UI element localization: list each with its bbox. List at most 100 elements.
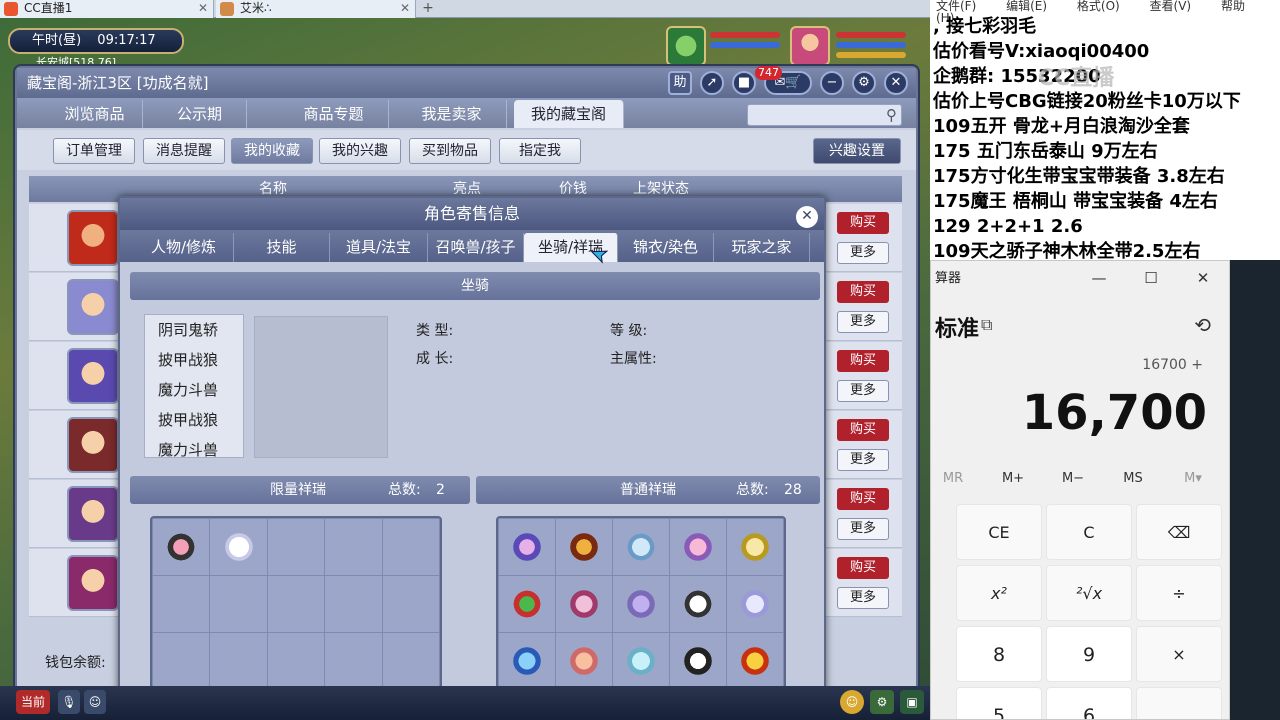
memory-subtract-button[interactable]: M− [1043,471,1103,486]
grid-slot[interactable] [613,576,669,632]
square-button[interactable]: x² [956,565,1042,621]
search-input[interactable]: ⚲ [747,104,902,126]
tab-browse[interactable]: 浏览商品 [47,100,143,128]
purchased-button[interactable]: 买到物品 [409,138,491,164]
buy-button[interactable]: 购买 [837,350,889,372]
grid-slot[interactable] [556,519,612,575]
clear-entry-button[interactable]: CE [956,504,1042,560]
close-tab-icon[interactable]: ✕ [198,0,208,17]
grid-slot[interactable] [325,519,382,575]
tv-icon[interactable]: ▣ [900,690,924,714]
more-button[interactable]: 更多 [837,518,889,540]
tab-publicity[interactable]: 公示期 [153,100,247,128]
grid-slot[interactable] [267,519,325,575]
grid-slot[interactable] [153,519,210,575]
grid-slot[interactable] [267,633,325,689]
interest-settings-button[interactable]: 兴趣设置 [813,138,901,164]
backspace-icon[interactable]: ⌫ [1136,504,1222,560]
assigned-to-me-button[interactable]: 指定我 [499,138,581,164]
pet-avatar[interactable] [666,26,706,66]
browser-tab-aimi[interactable]: 艾米∴ ✕ [216,0,416,18]
tab-character[interactable]: 人物/修炼 [134,233,234,262]
close-icon[interactable]: ✕ [1177,261,1229,297]
help-button[interactable]: 助 [668,71,692,95]
grid-slot[interactable] [325,633,382,689]
dialog-close-icon[interactable]: ✕ [796,206,818,228]
search-icon[interactable]: ⚲ [886,106,897,124]
tab-items[interactable]: 道具/法宝 [330,233,428,262]
grid-slot[interactable] [556,576,612,632]
digit-8-button[interactable]: 8 [956,626,1042,682]
grid-slot[interactable] [210,633,267,689]
subtract-button[interactable] [1136,687,1222,719]
grid-slot[interactable] [382,633,439,689]
text-line[interactable]: 175 五门东岳泰山 9万左右 [930,139,1280,164]
grid-slot[interactable] [613,519,669,575]
grid-slot[interactable] [267,576,325,632]
grid-slot[interactable] [727,519,783,575]
emoji-icon[interactable]: ☺ [84,690,106,714]
tab-seller[interactable]: 我是卖家 [397,100,507,128]
buy-button[interactable]: 购买 [837,281,889,303]
grid-slot[interactable] [499,633,555,689]
more-button[interactable]: 更多 [837,449,889,471]
grid-slot[interactable] [382,576,439,632]
tab-my-cbg[interactable]: 我的藏宝阁 [514,100,624,128]
mount-list[interactable]: 阴司鬼轿 披甲战狼 魔力斗兽 披甲战狼 魔力斗兽 [144,314,244,458]
list-item[interactable]: 阴司鬼轿 [145,315,243,345]
memory-store-button[interactable]: MS [1103,471,1163,486]
more-button[interactable]: 更多 [837,311,889,333]
buy-button[interactable]: 购买 [837,419,889,441]
stop-icon[interactable]: ■ [732,71,756,95]
text-line[interactable]: 估价上号CBG链接20粉丝卡10万以下 [930,89,1280,114]
list-item[interactable]: 披甲战狼 [145,345,243,375]
grid-slot[interactable] [727,633,783,689]
minimize-icon[interactable]: — [1073,261,1125,297]
history-icon[interactable]: ⟲ [1194,313,1211,337]
tab-outfits[interactable]: 锦衣/染色 [618,233,714,262]
tab-topics[interactable]: 商品专题 [279,100,389,128]
minimize-icon[interactable]: − [820,71,844,95]
grid-slot[interactable] [499,519,555,575]
keep-on-top-icon[interactable]: ⧉ [981,315,992,335]
menu-edit[interactable]: 编辑(E) [1006,0,1047,13]
list-item[interactable]: 魔力斗兽 [145,435,243,457]
grid-slot[interactable] [153,576,210,632]
list-item[interactable]: 披甲战狼 [145,405,243,435]
text-line[interactable]: 109天之骄子神木林全带2.5左右 [930,239,1280,260]
text-line[interactable]: 175方寸化生带宝宝带装备 3.8左右 [930,164,1280,189]
grid-slot[interactable] [670,519,726,575]
list-item[interactable]: 魔力斗兽 [145,375,243,405]
tab-skills[interactable]: 技能 [234,233,330,262]
maximize-icon[interactable]: ☐ [1125,261,1177,297]
player-avatar[interactable] [790,26,830,66]
multiply-button[interactable]: × [1136,626,1222,682]
new-tab-button[interactable]: + [420,0,436,18]
microphone-icon[interactable]: 🎙 [58,690,80,714]
tab-pets[interactable]: 召唤兽/孩子 [428,233,524,262]
clear-button[interactable]: C [1046,504,1132,560]
text-line[interactable]: 109五开 骨龙+月白浪淘沙全套 [930,114,1280,139]
grid-slot[interactable] [613,633,669,689]
favorites-button[interactable]: 我的收藏 [231,138,313,164]
more-button[interactable]: 更多 [837,587,889,609]
grid-slot[interactable] [556,633,612,689]
grid-slot[interactable] [210,519,267,575]
menu-format[interactable]: 格式(O) [1077,0,1120,13]
more-button[interactable]: 更多 [837,380,889,402]
settings-icon[interactable]: ⚙ [852,71,876,95]
calculator-mode[interactable]: 标准 [935,311,979,343]
grid-slot[interactable] [153,633,210,689]
memory-add-button[interactable]: M+ [983,471,1043,486]
text-line[interactable]: , 接七彩羽毛 [930,14,1280,39]
more-button[interactable]: 更多 [837,242,889,264]
digit-6-button[interactable]: 6 [1046,687,1132,719]
text-line[interactable]: 175魔王 梧桐山 带宝宝装备 4左右 [930,189,1280,214]
digit-9-button[interactable]: 9 [1046,626,1132,682]
order-management-button[interactable]: 订单管理 [53,138,135,164]
current-channel-button[interactable]: 当前 [16,690,50,714]
system-icon[interactable]: ⚙ [870,690,894,714]
share-icon[interactable]: ➚ [700,71,724,95]
grid-slot[interactable] [210,576,267,632]
close-tab-icon[interactable]: ✕ [400,0,410,17]
